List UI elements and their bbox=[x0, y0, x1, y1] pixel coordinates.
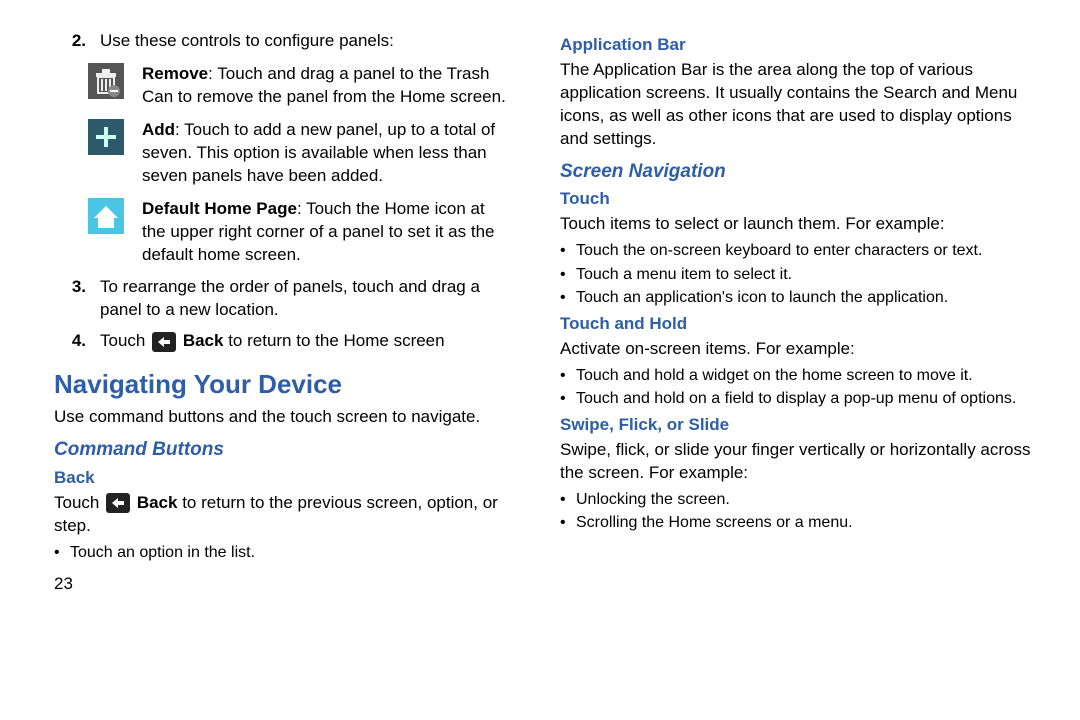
page-number: 23 bbox=[54, 573, 510, 596]
default-label: Default Home Page bbox=[142, 199, 297, 218]
step-2: 2. Use these controls to configure panel… bbox=[30, 30, 510, 53]
add-desc: Add: Touch to add a new panel, up to a t… bbox=[142, 119, 510, 188]
remove-desc: Remove: Touch and drag a panel to the Tr… bbox=[142, 63, 510, 109]
appbar-text: The Application Bar is the area along th… bbox=[560, 59, 1040, 151]
right-column: Application Bar The Application Bar is t… bbox=[560, 30, 1040, 596]
left-column: 2. Use these controls to configure panel… bbox=[30, 30, 510, 596]
trash-icon bbox=[88, 63, 128, 109]
heading-appbar: Application Bar bbox=[560, 34, 1040, 57]
heading-touch-hold: Touch and Hold bbox=[560, 313, 1040, 336]
step-number: 3. bbox=[62, 276, 86, 322]
step-4: 4. Touch Back to return to the Home scre… bbox=[30, 330, 510, 353]
bullet: •Scrolling the Home screens or a menu. bbox=[560, 512, 1040, 534]
document-page: 2. Use these controls to configure panel… bbox=[0, 0, 1080, 606]
default-desc: Default Home Page: Touch the Home icon a… bbox=[142, 198, 510, 267]
plus-icon bbox=[88, 119, 128, 188]
step-text: Touch Back to return to the Home screen bbox=[100, 330, 510, 353]
bullet-text: Scrolling the Home screens or a menu. bbox=[576, 512, 853, 534]
bullet-text: Touch an application's icon to launch th… bbox=[576, 287, 948, 309]
add-text: : Touch to add a new panel, up to a tota… bbox=[142, 120, 495, 185]
touch-intro: Touch items to select or launch them. Fo… bbox=[560, 213, 1040, 236]
home-icon bbox=[88, 198, 128, 267]
heading-navigating: Navigating Your Device bbox=[54, 367, 510, 402]
heading-back: Back bbox=[54, 467, 510, 490]
swipe-intro: Swipe, flick, or slide your finger verti… bbox=[560, 439, 1040, 485]
heading-touch: Touch bbox=[560, 188, 1040, 211]
bullet-text: Touch and hold a widget on the home scre… bbox=[576, 365, 973, 387]
bullet: •Unlocking the screen. bbox=[560, 489, 1040, 511]
add-row: Add: Touch to add a new panel, up to a t… bbox=[88, 119, 510, 188]
nav-intro: Use command buttons and the touch screen… bbox=[54, 406, 510, 429]
back-label: Back bbox=[137, 493, 178, 512]
step4-back-label: Back bbox=[183, 331, 224, 350]
remove-label: Remove bbox=[142, 64, 208, 83]
step-number: 4. bbox=[62, 330, 86, 353]
bullet: •Touch an application's icon to launch t… bbox=[560, 287, 1040, 309]
bullet: •Touch an option in the list. bbox=[54, 542, 510, 564]
remove-row: Remove: Touch and drag a panel to the Tr… bbox=[88, 63, 510, 109]
bullet-text: Touch and hold on a field to display a p… bbox=[576, 388, 1016, 410]
back-icon bbox=[106, 493, 130, 513]
bullet: •Touch the on-screen keyboard to enter c… bbox=[560, 240, 1040, 262]
step4-pre: Touch bbox=[100, 331, 150, 350]
back-pre: Touch bbox=[54, 493, 104, 512]
step-3: 3. To rearrange the order of panels, tou… bbox=[30, 276, 510, 322]
back-para: Touch Back to return to the previous scr… bbox=[54, 492, 510, 538]
th-intro: Activate on-screen items. For example: bbox=[560, 338, 1040, 361]
step-text: To rearrange the order of panels, touch … bbox=[100, 276, 510, 322]
heading-screen-nav: Screen Navigation bbox=[560, 159, 1040, 185]
bullet: •Touch a menu item to select it. bbox=[560, 264, 1040, 286]
step-number: 2. bbox=[62, 30, 86, 53]
heading-command-buttons: Command Buttons bbox=[54, 437, 510, 463]
bullet-text: Unlocking the screen. bbox=[576, 489, 730, 511]
back-icon bbox=[152, 332, 176, 352]
bullet-text: Touch the on-screen keyboard to enter ch… bbox=[576, 240, 982, 262]
default-home-row: Default Home Page: Touch the Home icon a… bbox=[88, 198, 510, 267]
bullet: •Touch and hold on a field to display a … bbox=[560, 388, 1040, 410]
bullet-text: Touch a menu item to select it. bbox=[576, 264, 792, 286]
bullet-text: Touch an option in the list. bbox=[70, 542, 255, 564]
bullet: •Touch and hold a widget on the home scr… bbox=[560, 365, 1040, 387]
heading-swipe: Swipe, Flick, or Slide bbox=[560, 414, 1040, 437]
add-label: Add bbox=[142, 120, 175, 139]
step-text: Use these controls to configure panels: bbox=[100, 30, 510, 53]
step4-post: to return to the Home screen bbox=[228, 331, 444, 350]
